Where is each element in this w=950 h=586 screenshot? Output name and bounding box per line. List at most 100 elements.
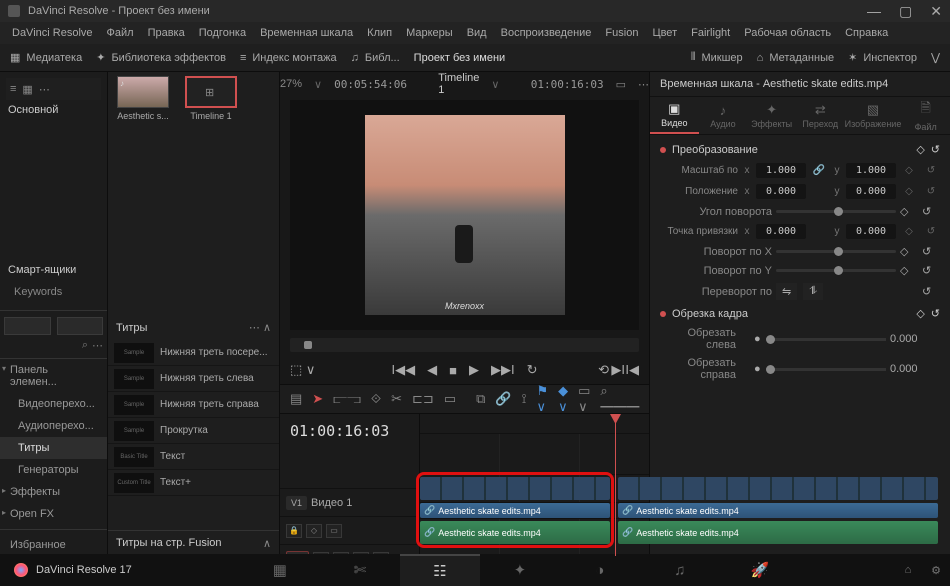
pos-y-input[interactable]: 0.000 [846,184,896,199]
trim-tool[interactable]: ⫍⫎ [333,391,361,407]
position-lock[interactable]: ⟟ [522,391,527,407]
crop-left-slider[interactable] [766,338,886,341]
inspector-tab-image[interactable]: ▧Изображение [845,97,902,134]
soundlib-toggle[interactable]: ♫Библ... [351,52,400,64]
page-color[interactable]: ◑ [560,554,640,586]
video-clip[interactable] [420,477,610,500]
menu-workspace[interactable]: Рабочая область [738,25,837,41]
v1-track-controls[interactable]: 🔒 ◇ ▭ [280,516,419,544]
nav-titles[interactable]: Титры [0,437,107,459]
page-edit[interactable]: ☷ [400,554,480,586]
nav-panel-elements[interactable]: Панель элемен... [0,359,107,393]
keyframe-icon[interactable]: ◇ [916,143,924,156]
pos-x-input[interactable]: 0.000 [756,184,806,199]
nav-openfx[interactable]: Open FX [0,503,107,525]
menu-markers[interactable]: Маркеры [400,25,459,41]
nav-video-transitions[interactable]: Видеоперехо... [0,393,107,415]
options-icon[interactable]: ⋯ [39,83,50,96]
inspector-tab-audio[interactable]: ♪Аудио [699,97,748,134]
dynamic-trim-tool[interactable]: ⟐ [371,391,381,407]
roty-slider[interactable] [776,269,896,272]
crop-right-input[interactable]: 0.000 [890,363,940,375]
link-toggle[interactable]: 🔗 [495,391,511,407]
title-item[interactable]: Basic TitleТекст [108,444,279,470]
match-frame-button[interactable]: ⟲ [598,362,609,378]
reset-icon[interactable]: ↺ [922,205,940,218]
menu-davinci[interactable]: DaVinci Resolve [6,25,99,41]
mediapool-toggle[interactable]: ▦Медиатека [10,51,82,64]
flip-h-icon[interactable]: ⇋ [776,283,797,300]
out-point-button[interactable]: I◀ [625,362,639,378]
smart-bins-header[interactable]: Смарт-ящики [6,260,101,280]
menu-help[interactable]: Справка [839,25,894,41]
page-fusion[interactable]: ✦ [480,554,560,586]
blade-tool[interactable]: ✂ [391,391,402,407]
anchor-x-input[interactable]: 0.000 [756,224,806,239]
anchor-y-input[interactable]: 0.000 [846,224,896,239]
prev-frame-button[interactable]: ◀ [427,362,437,378]
zoom-slider[interactable]: ⌕ ━━━ [600,383,639,415]
title-item[interactable]: Custom TitleТекст+ [108,470,279,496]
flip-v-icon[interactable]: ⥮ [803,283,823,300]
timeline-timecode[interactable]: 01:00:16:03 [280,414,419,448]
scale-x-input[interactable]: 1.000 [756,163,806,178]
editindex-toggle[interactable]: ≡Индекс монтажа [240,52,337,64]
play-button[interactable]: ▶ [469,362,479,378]
keyframe-icon[interactable]: ◇ [900,205,918,218]
project-settings-button[interactable]: ⚙ [922,564,950,577]
metadata-toggle[interactable]: ⌂Метаданные [757,52,834,64]
flag-blue[interactable]: ⚑ ∨ [536,383,548,415]
viewer-zoom[interactable]: 27% [280,78,302,90]
viewer-scrubber[interactable] [290,338,639,352]
reset-icon[interactable]: ↺ [922,186,940,197]
auto-select-toggle[interactable]: ◇ [306,524,322,538]
page-cut[interactable]: ✄ [320,554,400,586]
record-tc[interactable]: 01:00:16:03 [531,78,604,91]
viewer-tab[interactable]: Timeline 1 [438,72,479,96]
stop-button[interactable]: ■ [449,363,457,378]
title-item[interactable]: SampleПрокрутка [108,418,279,444]
menu-file[interactable]: Файл [101,25,140,41]
expand-icon[interactable]: ⋁ [931,51,940,64]
list-view-icon[interactable]: ≡ [10,83,16,95]
menu-timeline[interactable]: Временная шкала [254,25,359,41]
crop-icon[interactable]: ⬚ ∨ [290,362,315,378]
video-clip-label[interactable]: 🔗Aesthetic skate edits.mp4 [618,503,938,518]
overwrite-tool[interactable]: ▭ [444,391,456,407]
mixer-toggle[interactable]: ⫴Микшер [691,51,743,64]
loop-button[interactable]: ↻ [527,362,538,378]
inspector-tab-transition[interactable]: ⇄Переход [796,97,845,134]
in-point-button[interactable]: ▶I [611,362,625,378]
nav-favorites[interactable]: Избранное [0,534,107,556]
viewer-more-icon[interactable]: ⋯ [638,78,649,91]
first-frame-button[interactable]: I◀◀ [392,362,416,378]
viewer-canvas[interactable]: Mxrenoxx [290,100,639,330]
page-media[interactable]: ▦ [240,554,320,586]
title-item[interactable]: SampleНижняя треть посере... [108,340,279,366]
fusion-titles-header[interactable]: Титры на стр. Fusion∧ [108,530,279,556]
link-icon[interactable]: 🔗 [810,165,828,176]
timeline-thumb[interactable]: ⊞ Timeline 1 [182,76,240,121]
close-button[interactable]: ✕ [930,4,942,18]
search-icon[interactable]: ⌕ [82,339,88,352]
maximize-button[interactable]: ▢ [899,4,912,18]
viewer-opts-icon[interactable]: ▭ [616,78,626,91]
nav-effects[interactable]: Эффекты [0,481,107,503]
video-clip-label[interactable]: 🔗Aesthetic skate edits.mp4 [420,503,610,518]
collapse-icon[interactable]: ⋯ ∧ [249,321,271,334]
menu-color[interactable]: Цвет [646,25,683,41]
project-manager-button[interactable]: ⌂ [894,564,922,576]
lock-icon[interactable]: 🔒 [286,524,302,538]
keyframe-icon[interactable]: ◇ [900,165,918,176]
thumb-view-icon[interactable]: ▦ [22,83,32,96]
filter-icon[interactable]: ⋯ [92,339,103,352]
v1-track-header[interactable]: V1 Видео 1 [280,488,419,516]
menu-playback[interactable]: Воспроизведение [495,25,598,41]
crop-right-slider[interactable] [766,368,886,371]
keyframe-icon[interactable]: ◇ [900,264,918,277]
page-fairlight[interactable]: ♫ [640,554,720,586]
video-clip[interactable] [618,477,938,500]
keyframe-icon[interactable]: ◇ [900,245,918,258]
reset-icon[interactable]: ↺ [922,285,940,298]
reset-icon[interactable]: ↺ [931,307,940,320]
